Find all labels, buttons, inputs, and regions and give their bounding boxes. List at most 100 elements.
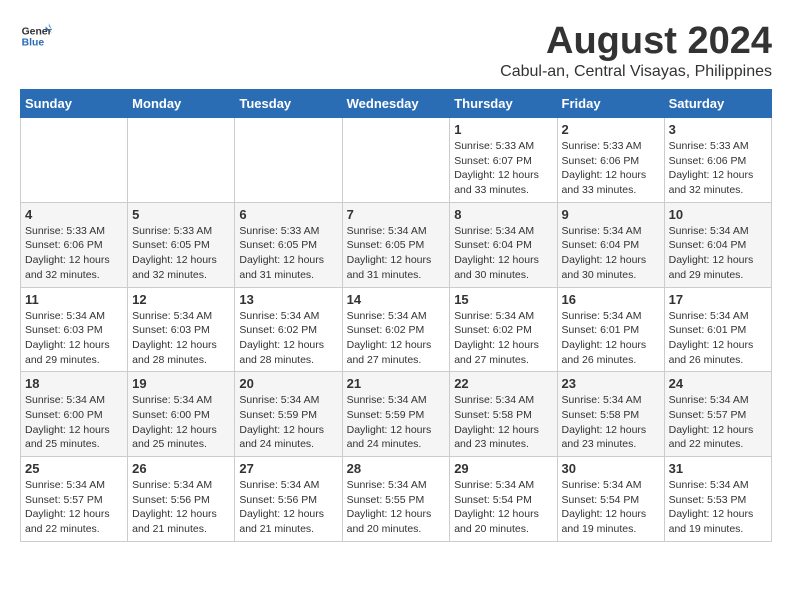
day-info: Sunrise: 5:33 AM Sunset: 6:06 PM Dayligh…: [562, 139, 660, 198]
logo-icon: General Blue: [20, 20, 52, 52]
day-info: Sunrise: 5:34 AM Sunset: 6:00 PM Dayligh…: [132, 393, 230, 452]
week-row-1: 4 Sunrise: 5:33 AM Sunset: 6:06 PM Daylig…: [21, 202, 772, 287]
day-number: 28: [347, 461, 446, 476]
day-info: Sunrise: 5:34 AM Sunset: 6:04 PM Dayligh…: [454, 224, 552, 283]
day-info: Sunrise: 5:33 AM Sunset: 6:06 PM Dayligh…: [669, 139, 767, 198]
calendar-cell: 19 Sunrise: 5:34 AM Sunset: 6:00 PM Dayli…: [128, 372, 235, 457]
calendar-cell: 27 Sunrise: 5:34 AM Sunset: 5:56 PM Dayli…: [235, 457, 342, 542]
calendar-cell: 22 Sunrise: 5:34 AM Sunset: 5:58 PM Dayli…: [450, 372, 557, 457]
day-info: Sunrise: 5:34 AM Sunset: 6:04 PM Dayligh…: [669, 224, 767, 283]
day-info: Sunrise: 5:34 AM Sunset: 5:59 PM Dayligh…: [239, 393, 337, 452]
calendar-cell: 24 Sunrise: 5:34 AM Sunset: 5:57 PM Dayli…: [664, 372, 771, 457]
day-info: Sunrise: 5:34 AM Sunset: 5:55 PM Dayligh…: [347, 478, 446, 537]
calendar-cell: 30Sunrise: 5:34 AM Sunset: 5:54 PM Dayli…: [557, 457, 664, 542]
calendar-cell: [21, 118, 128, 203]
day-info: Sunrise: 5:34 AM Sunset: 6:00 PM Dayligh…: [25, 393, 123, 452]
day-number: 25: [25, 461, 123, 476]
calendar-cell: 15Sunrise: 5:34 AM Sunset: 6:02 PM Dayli…: [450, 287, 557, 372]
day-info: Sunrise: 5:34 AM Sunset: 6:05 PM Dayligh…: [347, 224, 446, 283]
day-number: 9: [562, 207, 660, 222]
day-info: Sunrise: 5:34 AM Sunset: 6:02 PM Dayligh…: [239, 309, 337, 368]
calendar-cell: [128, 118, 235, 203]
day-info: Sunrise: 5:34 AM Sunset: 5:57 PM Dayligh…: [669, 393, 767, 452]
day-number: 31: [669, 461, 767, 476]
day-info: Sunrise: 5:33 AM Sunset: 6:07 PM Dayligh…: [454, 139, 552, 198]
calendar-cell: 2 Sunrise: 5:33 AM Sunset: 6:06 PM Daylig…: [557, 118, 664, 203]
day-info: Sunrise: 5:34 AM Sunset: 5:54 PM Dayligh…: [454, 478, 552, 537]
day-number: 20: [239, 376, 337, 391]
calendar-cell: 1 Sunrise: 5:33 AM Sunset: 6:07 PM Daylig…: [450, 118, 557, 203]
calendar-cell: 25 Sunrise: 5:34 AM Sunset: 5:57 PM Dayli…: [21, 457, 128, 542]
day-number: 27: [239, 461, 337, 476]
calendar-cell: 6Sunrise: 5:33 AM Sunset: 6:05 PM Daylig…: [235, 202, 342, 287]
calendar-cell: 21 Sunrise: 5:34 AM Sunset: 5:59 PM Dayli…: [342, 372, 450, 457]
calendar-cell: 10Sunrise: 5:34 AM Sunset: 6:04 PM Dayli…: [664, 202, 771, 287]
day-number: 12: [132, 292, 230, 307]
day-info: Sunrise: 5:33 AM Sunset: 6:05 PM Dayligh…: [132, 224, 230, 283]
day-info: Sunrise: 5:34 AM Sunset: 5:58 PM Dayligh…: [454, 393, 552, 452]
title-section: August 2024 Cabul-an, Central Visayas, P…: [500, 20, 772, 81]
calendar-cell: 16 Sunrise: 5:34 AM Sunset: 6:01 PM Dayli…: [557, 287, 664, 372]
day-number: 23: [562, 376, 660, 391]
day-info: Sunrise: 5:34 AM Sunset: 5:59 PM Dayligh…: [347, 393, 446, 452]
calendar-cell: 26Sunrise: 5:34 AM Sunset: 5:56 PM Dayli…: [128, 457, 235, 542]
calendar-cell: 8 Sunrise: 5:34 AM Sunset: 6:04 PM Daylig…: [450, 202, 557, 287]
day-number: 1: [454, 122, 552, 137]
calendar-cell: 17Sunrise: 5:34 AM Sunset: 6:01 PM Dayli…: [664, 287, 771, 372]
day-header-monday: Monday: [128, 90, 235, 118]
day-number: 29: [454, 461, 552, 476]
week-row-2: 11 Sunrise: 5:34 AM Sunset: 6:03 PM Dayli…: [21, 287, 772, 372]
calendar-cell: 9 Sunrise: 5:34 AM Sunset: 6:04 PM Daylig…: [557, 202, 664, 287]
week-row-3: 18Sunrise: 5:34 AM Sunset: 6:00 PM Dayli…: [21, 372, 772, 457]
calendar-header-row: SundayMondayTuesdayWednesdayThursdayFrid…: [21, 90, 772, 118]
week-row-0: 1 Sunrise: 5:33 AM Sunset: 6:07 PM Daylig…: [21, 118, 772, 203]
calendar-cell: 20 Sunrise: 5:34 AM Sunset: 5:59 PM Dayli…: [235, 372, 342, 457]
day-number: 19: [132, 376, 230, 391]
day-header-tuesday: Tuesday: [235, 90, 342, 118]
day-header-thursday: Thursday: [450, 90, 557, 118]
day-number: 15: [454, 292, 552, 307]
day-info: Sunrise: 5:34 AM Sunset: 5:58 PM Dayligh…: [562, 393, 660, 452]
day-number: 6: [239, 207, 337, 222]
calendar-cell: 13 Sunrise: 5:34 AM Sunset: 6:02 PM Dayli…: [235, 287, 342, 372]
day-number: 26: [132, 461, 230, 476]
calendar-cell: 28 Sunrise: 5:34 AM Sunset: 5:55 PM Dayli…: [342, 457, 450, 542]
calendar-cell: 11Sunrise: 5:34 AM Sunset: 6:03 PM Dayli…: [21, 287, 128, 372]
day-number: 13: [239, 292, 337, 307]
day-number: 11: [25, 292, 123, 307]
logo: General Blue General Blue: [20, 20, 52, 52]
day-info: Sunrise: 5:34 AM Sunset: 6:04 PM Dayligh…: [562, 224, 660, 283]
day-number: 24: [669, 376, 767, 391]
calendar-cell: 31 Sunrise: 5:34 AM Sunset: 5:53 PM Dayli…: [664, 457, 771, 542]
day-info: Sunrise: 5:33 AM Sunset: 6:06 PM Dayligh…: [25, 224, 123, 283]
calendar-cell: 14 Sunrise: 5:34 AM Sunset: 6:02 PM Dayli…: [342, 287, 450, 372]
day-number: 7: [347, 207, 446, 222]
day-number: 3: [669, 122, 767, 137]
day-info: Sunrise: 5:34 AM Sunset: 5:57 PM Dayligh…: [25, 478, 123, 537]
day-number: 22: [454, 376, 552, 391]
day-info: Sunrise: 5:34 AM Sunset: 5:54 PM Dayligh…: [562, 478, 660, 537]
calendar-cell: 4 Sunrise: 5:33 AM Sunset: 6:06 PM Daylig…: [21, 202, 128, 287]
day-number: 4: [25, 207, 123, 222]
day-info: Sunrise: 5:34 AM Sunset: 6:01 PM Dayligh…: [562, 309, 660, 368]
day-number: 21: [347, 376, 446, 391]
week-row-4: 25 Sunrise: 5:34 AM Sunset: 5:57 PM Dayli…: [21, 457, 772, 542]
day-number: 8: [454, 207, 552, 222]
day-number: 16: [562, 292, 660, 307]
day-header-friday: Friday: [557, 90, 664, 118]
calendar-cell: 3 Sunrise: 5:33 AM Sunset: 6:06 PM Daylig…: [664, 118, 771, 203]
calendar-cell: 12 Sunrise: 5:34 AM Sunset: 6:03 PM Dayli…: [128, 287, 235, 372]
day-info: Sunrise: 5:34 AM Sunset: 6:03 PM Dayligh…: [132, 309, 230, 368]
calendar-cell: 5Sunrise: 5:33 AM Sunset: 6:05 PM Daylig…: [128, 202, 235, 287]
page-header: General Blue General Blue August 2024 Ca…: [20, 20, 772, 81]
day-header-sunday: Sunday: [21, 90, 128, 118]
day-number: 2: [562, 122, 660, 137]
day-info: Sunrise: 5:34 AM Sunset: 6:02 PM Dayligh…: [347, 309, 446, 368]
day-number: 17: [669, 292, 767, 307]
svg-text:Blue: Blue: [22, 38, 45, 49]
day-info: Sunrise: 5:34 AM Sunset: 5:53 PM Dayligh…: [669, 478, 767, 537]
calendar-cell: 18Sunrise: 5:34 AM Sunset: 6:00 PM Dayli…: [21, 372, 128, 457]
day-number: 14: [347, 292, 446, 307]
month-year-title: August 2024: [500, 20, 772, 63]
day-info: Sunrise: 5:34 AM Sunset: 5:56 PM Dayligh…: [239, 478, 337, 537]
